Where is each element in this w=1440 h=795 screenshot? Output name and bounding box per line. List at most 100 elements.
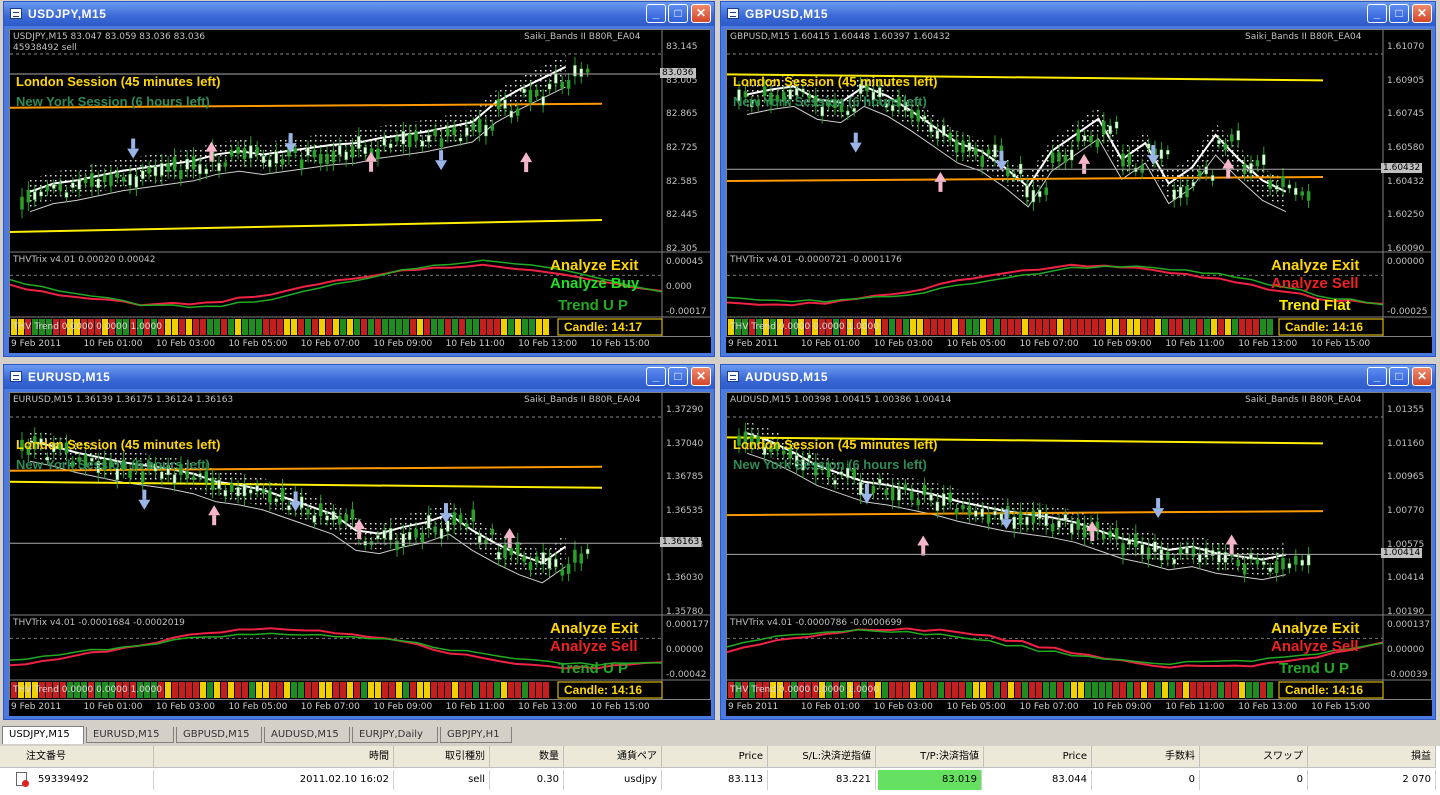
close-button[interactable]: ✕	[691, 4, 711, 23]
trend-bar-segment	[1260, 682, 1266, 698]
candle-body	[1294, 187, 1298, 195]
tab-gbpjpy-h1[interactable]: GBPJPY,H1	[440, 727, 512, 743]
time-tick-label: 10 Feb 05:00	[946, 702, 1006, 712]
maximize-button[interactable]: □	[1389, 367, 1409, 386]
maximize-button[interactable]: □	[668, 4, 688, 23]
trend-bar-segment	[1148, 682, 1154, 698]
candle-body	[420, 532, 425, 543]
col-order-number[interactable]: 注文番号	[0, 746, 154, 768]
candle-body	[954, 508, 959, 515]
trend-bar-segment	[284, 319, 290, 335]
indicator-tick-label: 0.00000	[1387, 257, 1425, 267]
chart-header-ohlc: USDJPY,M15 83.047 83.059 83.036 83.036	[13, 32, 206, 42]
trend-bar-segment	[973, 682, 979, 698]
signal-up-arrow-icon	[917, 535, 930, 556]
trend-bar-label: THV Trend 0.0000 0.0000 1.0000	[730, 685, 879, 695]
col-symbol[interactable]: 通貨ペア	[564, 746, 662, 768]
signal-down-arrow-icon	[849, 132, 862, 153]
minimize-button[interactable]: _	[1367, 4, 1387, 23]
price-chart-area[interactable]: 1.37290 1.37040 1.36785 1.36535 1.36163 1.360…	[9, 392, 711, 700]
minimize-button[interactable]: _	[1367, 367, 1387, 386]
chart-window-audusd[interactable]: AUDUSD,M15 _ □ ✕ 1.01355 1.01160 1.00965 1.0077…	[720, 364, 1436, 720]
candle-body	[1204, 166, 1208, 175]
chart-window-usdjpy[interactable]: USDJPY,M15 _ □ ✕ 83.145 83.005 82.865 82.725 82.…	[3, 1, 715, 357]
trend-bar-segment	[403, 682, 409, 698]
trend-bar-segment	[1085, 319, 1091, 335]
tab-audusd-m15[interactable]: AUDUSD,M15	[264, 727, 350, 743]
tab-usdjpy-m15[interactable]: USDJPY,M15	[2, 726, 84, 744]
candle-body	[58, 183, 62, 191]
candle-body	[833, 479, 837, 485]
chart-window-eurusd[interactable]: EURUSD,M15 _ □ ✕ 1.37290 1.37040 1.36785 1.3653…	[3, 364, 715, 720]
candle-body	[954, 139, 959, 153]
time-tick-label: 10 Feb 09:00	[373, 702, 433, 712]
order-row[interactable]: 59339492 2011.02.10 16:02 sell 0.30 usdj…	[0, 768, 1436, 792]
indicator-band-label: Saiki_Bands II B80R_EA04	[524, 395, 641, 405]
trend-bar-segment	[221, 682, 227, 698]
trend-bar-segment	[543, 682, 549, 698]
time-tick-label: 10 Feb 15:00	[1311, 339, 1371, 349]
trend-bar-segment	[1043, 682, 1049, 698]
candle-body	[554, 558, 558, 568]
cell-stop-loss: 83.221	[768, 770, 876, 790]
tab-gbpusd-m15[interactable]: GBPUSD,M15	[176, 727, 262, 743]
col-volume[interactable]: 数量	[490, 746, 564, 768]
tab-eurusd-m15[interactable]: EURUSD,M15	[86, 727, 174, 743]
close-button[interactable]: ✕	[1412, 367, 1432, 386]
maximize-button[interactable]: □	[1389, 4, 1409, 23]
candle-body	[801, 88, 805, 93]
trend-bar-segment	[263, 682, 269, 698]
candle-body	[878, 478, 882, 484]
col-commission[interactable]: 手数料	[1092, 746, 1200, 768]
minimize-button[interactable]: _	[646, 4, 666, 23]
trend-bar-segment	[1141, 319, 1147, 335]
col-profit[interactable]: 損益	[1308, 746, 1436, 768]
candle-body	[916, 499, 920, 506]
candle-body	[547, 83, 552, 90]
col-swap[interactable]: スワップ	[1200, 746, 1308, 768]
maximize-button[interactable]: □	[668, 367, 688, 386]
trend-bar-segment	[361, 319, 367, 335]
candle-body	[999, 513, 1004, 521]
candle-body	[1287, 184, 1292, 189]
trend-bar-segment	[501, 682, 507, 698]
candle-body	[268, 159, 272, 168]
col-type[interactable]: 取引種別	[394, 746, 490, 768]
window-titlebar[interactable]: EURUSD,M15 _ □ ✕	[4, 365, 714, 389]
london-session-label: London Session (45 minutes left)	[16, 437, 221, 452]
price-chart-area[interactable]: 83.145 83.005 82.865 82.725 82.585 82.445 82.3…	[9, 29, 711, 337]
col-time[interactable]: 時間	[154, 746, 394, 768]
window-titlebar[interactable]: USDJPY,M15 _ □ ✕	[4, 2, 714, 26]
col-price-current[interactable]: Price	[984, 746, 1092, 768]
analyze-signal-label: Analyze Sell	[550, 638, 638, 655]
window-titlebar[interactable]: AUDUSD,M15 _ □ ✕	[721, 365, 1435, 389]
tab-eurjpy-daily[interactable]: EURJPY,Daily	[352, 727, 438, 743]
candle-body	[458, 137, 463, 142]
close-button[interactable]: ✕	[1412, 4, 1432, 23]
col-take-profit[interactable]: T/P:決済指値	[876, 746, 984, 768]
trend-bar-segment	[396, 682, 402, 698]
trend-bar-segment	[980, 682, 986, 698]
candle-body	[350, 146, 355, 158]
candle-body	[490, 124, 495, 131]
trend-bar-segment	[952, 319, 958, 335]
chart-window-gbpusd[interactable]: GBPUSD,M15 _ □ ✕ 1.61070 1.60905 1.60745 1.6058…	[720, 1, 1436, 357]
window-titlebar[interactable]: GBPUSD,M15 _ □ ✕	[721, 2, 1435, 26]
col-price-open[interactable]: Price	[662, 746, 768, 768]
trend-bar-segment	[466, 319, 472, 335]
candle-body	[1274, 185, 1279, 190]
candle-body	[26, 189, 31, 203]
indicator-tick-label: 0.000137	[1387, 620, 1430, 630]
cell-swap: 0	[1200, 770, 1308, 790]
price-tick-label: 1.37290	[666, 405, 704, 415]
candle-body	[1134, 533, 1138, 547]
candle-body	[280, 488, 285, 502]
minimize-button[interactable]: _	[646, 367, 666, 386]
price-chart-area[interactable]: 1.61070 1.60905 1.60745 1.60580 1.60432 1.602…	[726, 29, 1432, 337]
candle-body	[579, 553, 584, 564]
candle-body	[484, 124, 488, 137]
close-button[interactable]: ✕	[691, 367, 711, 386]
trend-status-label: Trend U P	[558, 660, 629, 677]
price-chart-area[interactable]: 1.01355 1.01160 1.00965 1.00770 1.00575 1.004…	[726, 392, 1432, 700]
col-stop-loss[interactable]: S/L:決済逆指値	[768, 746, 876, 768]
